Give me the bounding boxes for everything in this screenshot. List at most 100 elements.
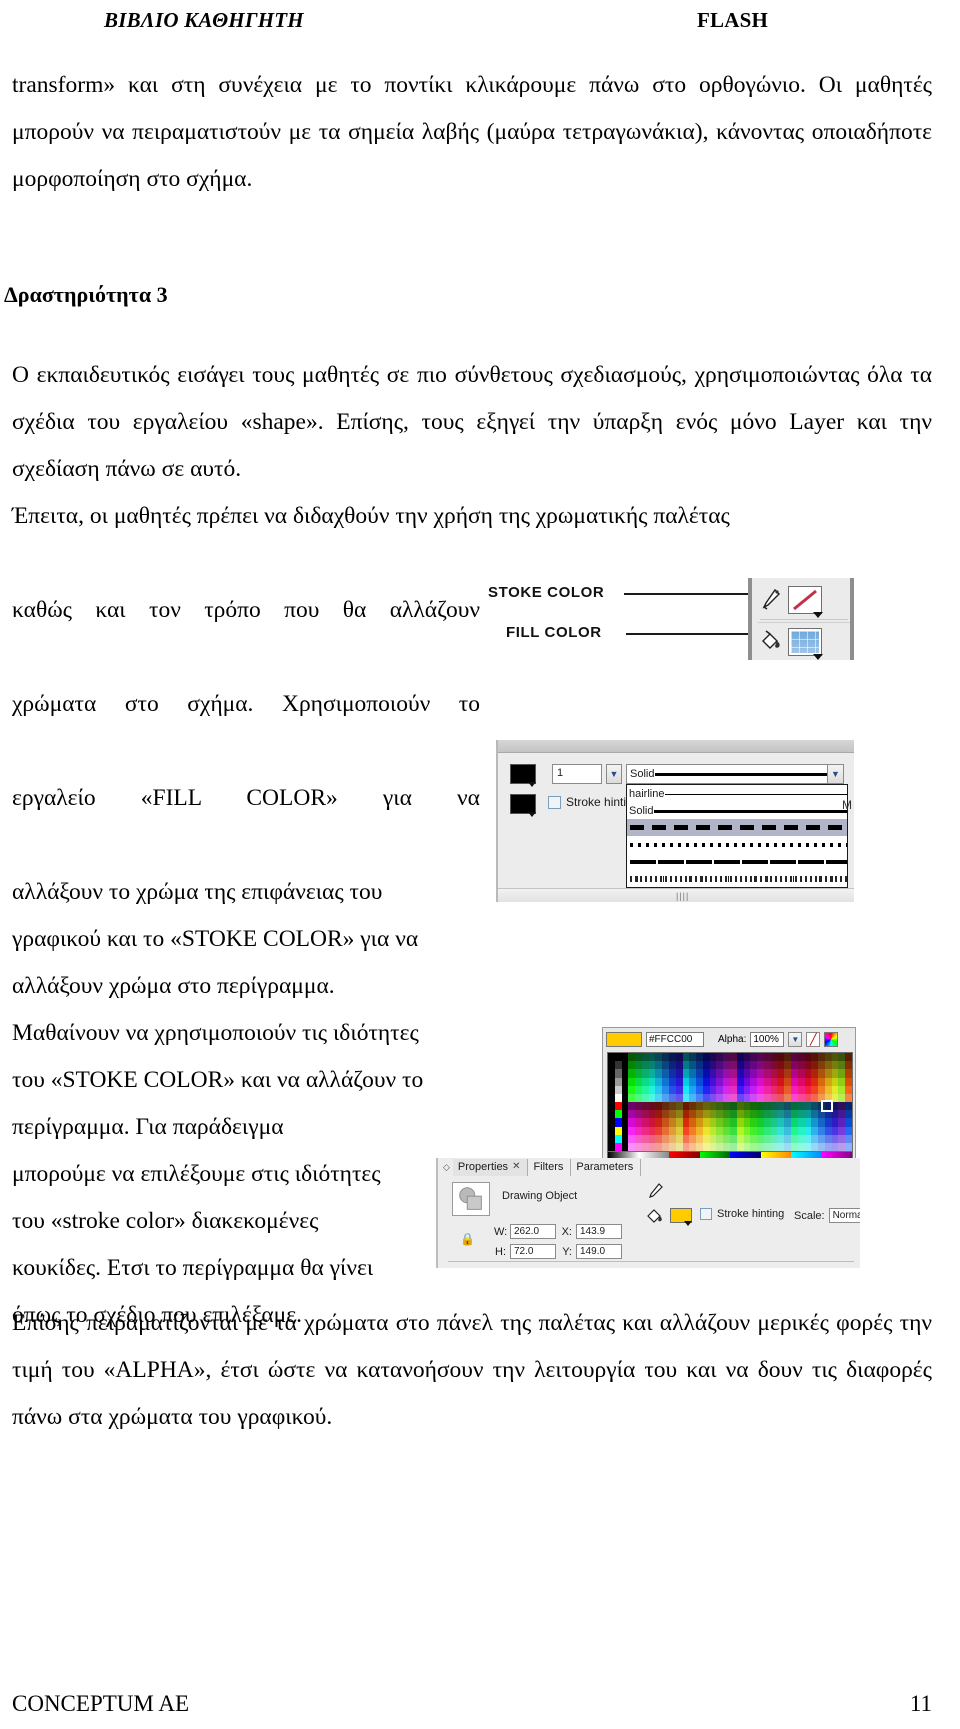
- color-swatch[interactable]: [655, 1110, 663, 1119]
- color-swatch[interactable]: [784, 1142, 791, 1151]
- color-swatch[interactable]: [689, 1118, 697, 1127]
- color-swatch[interactable]: [696, 1134, 703, 1143]
- color-swatch[interactable]: [689, 1142, 697, 1151]
- color-swatch[interactable]: [682, 1053, 690, 1062]
- color-swatch[interactable]: [736, 1061, 744, 1070]
- color-swatch[interactable]: [831, 1102, 839, 1111]
- color-swatch[interactable]: [648, 1102, 656, 1111]
- color-swatch[interactable]: [628, 1085, 636, 1094]
- color-swatch[interactable]: [709, 1085, 717, 1094]
- color-swatch[interactable]: [750, 1134, 758, 1143]
- color-swatch[interactable]: [831, 1093, 839, 1102]
- color-swatch[interactable]: [702, 1069, 710, 1078]
- color-swatch[interactable]: [709, 1061, 717, 1070]
- color-swatch[interactable]: [797, 1085, 805, 1094]
- color-swatch[interactable]: [729, 1053, 737, 1062]
- color-swatch[interactable]: [655, 1102, 663, 1111]
- stroke-hinting-row[interactable]: Stroke hinting: [700, 1208, 784, 1220]
- scale-row[interactable]: Scale: Normal: [794, 1208, 860, 1223]
- color-swatch[interactable]: [608, 1142, 615, 1151]
- color-swatch[interactable]: [648, 1053, 656, 1062]
- color-swatch[interactable]: [621, 1134, 629, 1143]
- color-swatch[interactable]: [696, 1085, 703, 1094]
- color-swatch[interactable]: [668, 1102, 676, 1111]
- color-swatch[interactable]: [655, 1126, 663, 1135]
- color-swatch[interactable]: [818, 1077, 825, 1086]
- color-swatch[interactable]: [641, 1085, 649, 1094]
- color-swatch[interactable]: [811, 1069, 819, 1078]
- color-swatch[interactable]: [635, 1118, 642, 1127]
- color-swatch[interactable]: [696, 1093, 703, 1102]
- color-swatch[interactable]: [811, 1126, 819, 1135]
- color-swatch[interactable]: [811, 1110, 819, 1119]
- color-swatch[interactable]: [757, 1085, 764, 1094]
- color-swatch[interactable]: [702, 1102, 710, 1111]
- color-swatch[interactable]: [709, 1142, 717, 1151]
- color-swatch[interactable]: [716, 1053, 724, 1062]
- color-swatch[interactable]: [818, 1126, 825, 1135]
- height-input[interactable]: 72.0: [510, 1244, 556, 1259]
- color-swatch[interactable]: [689, 1134, 697, 1143]
- color-swatch[interactable]: [655, 1085, 663, 1094]
- color-swatch[interactable]: [655, 1069, 663, 1078]
- stroke-style-dropdown-list[interactable]: hairline Solid: [626, 784, 848, 888]
- color-swatch[interactable]: [831, 1077, 839, 1086]
- color-swatch[interactable]: [641, 1134, 649, 1143]
- color-swatch[interactable]: [655, 1077, 663, 1086]
- color-swatch[interactable]: [682, 1134, 690, 1143]
- color-swatch[interactable]: [790, 1053, 798, 1062]
- color-swatch[interactable]: [641, 1069, 649, 1078]
- stroke-hinting-checkbox[interactable]: [548, 795, 561, 809]
- color-swatch[interactable]: [845, 1085, 852, 1094]
- color-swatch[interactable]: [736, 1142, 744, 1151]
- color-swatch[interactable]: [662, 1069, 669, 1078]
- tab-parameters[interactable]: Parameters: [571, 1158, 642, 1176]
- color-swatch[interactable]: [729, 1118, 737, 1127]
- color-swatch[interactable]: [716, 1102, 724, 1111]
- color-swatch[interactable]: [804, 1085, 812, 1094]
- color-swatch[interactable]: [845, 1110, 852, 1119]
- color-swatch[interactable]: [811, 1053, 819, 1062]
- stroke-color-button[interactable]: [510, 764, 536, 787]
- color-swatch[interactable]: [777, 1102, 785, 1111]
- color-swatch[interactable]: [614, 1053, 622, 1062]
- color-swatch[interactable]: [608, 1110, 615, 1119]
- color-swatch[interactable]: [750, 1085, 758, 1094]
- color-swatch[interactable]: [716, 1069, 724, 1078]
- color-swatch[interactable]: [750, 1126, 758, 1135]
- hex-color-input[interactable]: #FFCC00: [646, 1032, 704, 1047]
- color-swatch[interactable]: [668, 1142, 676, 1151]
- color-swatch[interactable]: [608, 1102, 615, 1111]
- color-swatch[interactable]: [628, 1118, 636, 1127]
- color-swatch[interactable]: [628, 1069, 636, 1078]
- color-swatch[interactable]: [797, 1102, 805, 1111]
- color-swatch[interactable]: [831, 1069, 839, 1078]
- color-swatch[interactable]: [709, 1069, 717, 1078]
- color-swatch[interactable]: [682, 1085, 690, 1094]
- color-swatch[interactable]: [818, 1061, 825, 1070]
- color-swatch[interactable]: [696, 1110, 703, 1119]
- color-swatch[interactable]: [648, 1134, 656, 1143]
- color-swatch[interactable]: [777, 1126, 785, 1135]
- color-swatch[interactable]: [729, 1077, 737, 1086]
- color-swatch[interactable]: [824, 1077, 832, 1086]
- color-swatch[interactable]: [723, 1077, 730, 1086]
- color-swatch[interactable]: [675, 1126, 683, 1135]
- color-swatch[interactable]: [743, 1102, 751, 1111]
- color-swatch[interactable]: [682, 1110, 690, 1119]
- stroke-style-combobox[interactable]: Solid ▼: [626, 764, 844, 784]
- color-swatch[interactable]: [655, 1093, 663, 1102]
- color-swatch[interactable]: [784, 1118, 791, 1127]
- color-swatch[interactable]: [797, 1142, 805, 1151]
- color-swatch[interactable]: [743, 1134, 751, 1143]
- color-swatch[interactable]: [641, 1110, 649, 1119]
- color-swatch[interactable]: [696, 1077, 703, 1086]
- color-swatch[interactable]: [668, 1126, 676, 1135]
- color-swatch[interactable]: [723, 1061, 730, 1070]
- color-swatch[interactable]: [689, 1110, 697, 1119]
- color-swatch[interactable]: [818, 1110, 825, 1119]
- color-swatch[interactable]: [675, 1134, 683, 1143]
- color-swatch[interactable]: [668, 1053, 676, 1062]
- color-swatch[interactable]: [668, 1110, 676, 1119]
- color-swatch[interactable]: [655, 1118, 663, 1127]
